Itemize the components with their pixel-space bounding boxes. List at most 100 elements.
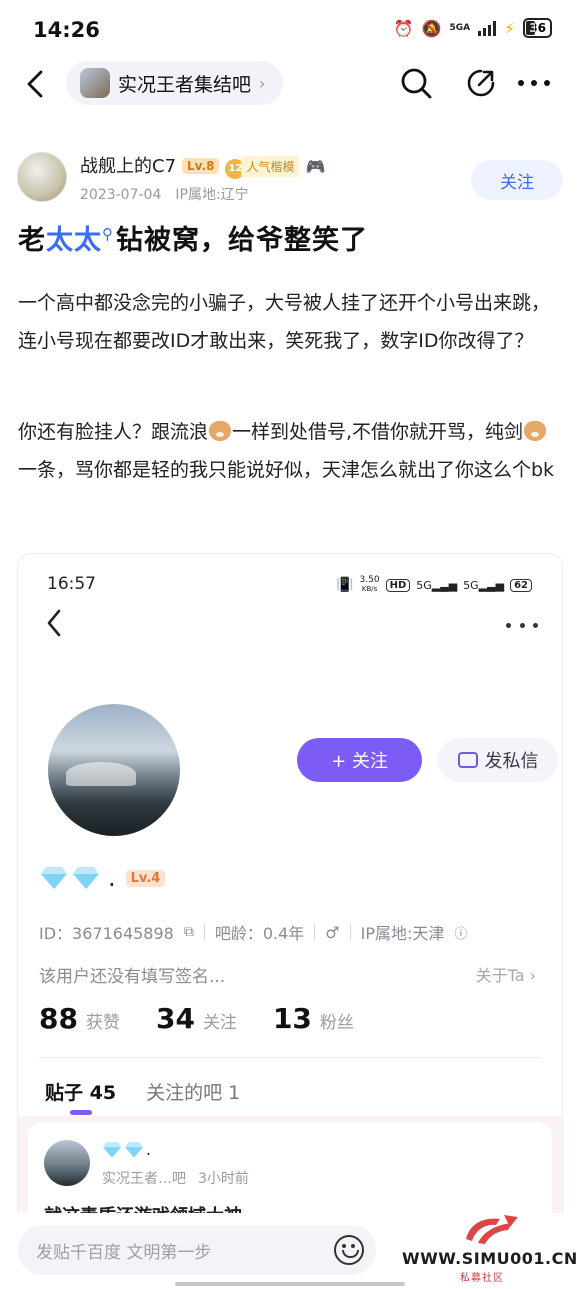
title-prefix: 老 xyxy=(18,225,46,256)
tab-followed-forums: 关注的吧 1 xyxy=(146,1082,241,1104)
diamond-icon xyxy=(103,1141,121,1158)
charging-icon: ⚡ xyxy=(504,18,516,38)
back-arrow-icon xyxy=(27,70,43,98)
name-dot: . xyxy=(108,864,116,892)
status-time: 14:26 xyxy=(33,18,100,42)
feed-forum: 实况王者…吧 xyxy=(102,1171,186,1187)
back-button[interactable] xyxy=(18,64,52,104)
badge-label: 人气楷模 xyxy=(241,156,300,177)
share-button[interactable] xyxy=(461,62,501,104)
profile-bar-age: 吧龄：0.4年 xyxy=(214,924,305,943)
diamond-icon xyxy=(125,1141,143,1158)
bottom-bar: 发贴千百度 文明第一步 WWW.SIMU001.CN 私募社区 xyxy=(0,1213,580,1289)
follow-button[interactable]: 关注 xyxy=(471,160,563,200)
divider xyxy=(203,924,205,940)
shot-more-icon xyxy=(506,612,538,638)
feed-avatar xyxy=(44,1140,90,1186)
divider xyxy=(314,924,316,940)
feed-time: 3小时前 xyxy=(198,1171,249,1187)
profile-avatar xyxy=(48,704,180,836)
shot-battery: 62 xyxy=(510,578,532,592)
paragraph2-part-b: 一样到处借号,不借你就开骂，纯剑 xyxy=(232,421,524,443)
watermark-subtext: 私募社区 xyxy=(460,1273,504,1284)
author-name-line[interactable]: 战舰上的C7 Lv.8 12 人气楷模 🎮 xyxy=(80,152,325,179)
profile-follow-button: + 关注 xyxy=(297,738,422,782)
title-suffix: 钻被窝，给爷整笑了 xyxy=(116,225,368,256)
profile-name: . Lv.4 xyxy=(40,864,166,892)
message-icon xyxy=(457,752,478,768)
shot-status-icons: 📳 3.50 KB/s HD 5G▂▃▅ 5G▂▃▅ 62 xyxy=(336,576,532,594)
network-type: 5GA xyxy=(449,22,471,33)
alarm-icon: ⏰ xyxy=(393,18,414,38)
feed-author: . xyxy=(102,1140,151,1159)
signal-icon: 5G▂▃▅ xyxy=(416,578,458,592)
feed-meta: 实况王者…吧 3小时前 xyxy=(102,1168,249,1188)
more-icon xyxy=(518,80,550,86)
male-icon: ♂ xyxy=(325,922,340,942)
keyword-search-icon: ⚲ xyxy=(102,225,114,243)
search-button[interactable] xyxy=(396,62,436,104)
embedded-screenshot[interactable]: 16:57 📳 3.50 KB/s HD 5G▂▃▅ 5G▂▃▅ 62 + 关注 … xyxy=(17,553,563,1233)
forum-name: 实况王者集结吧 xyxy=(118,73,252,96)
help-icon: ⓘ xyxy=(454,926,468,942)
post-title: 老太太⚲钻被窝，给爷整笑了 xyxy=(18,218,368,257)
share-icon xyxy=(467,69,495,97)
search-icon xyxy=(401,68,432,99)
profile-ip: IP属地:天津 xyxy=(360,924,445,943)
battery-icon: 36 xyxy=(523,18,552,38)
stat-label: 粉丝 xyxy=(319,1013,354,1033)
heart-badge-icon: 🎮 xyxy=(305,157,326,176)
more-button[interactable] xyxy=(514,62,554,104)
dog-emoji-icon xyxy=(524,421,547,441)
profile-level-badge: Lv.4 xyxy=(125,869,166,887)
forum-avatar xyxy=(80,68,110,98)
stat-following: 34 关注 xyxy=(156,1002,237,1035)
profile-tabs: 贴子 45 关注的吧 1 xyxy=(45,1078,241,1115)
net-speed: 3.50 KB/s xyxy=(360,576,380,594)
stat-likes: 88 获赞 xyxy=(39,1002,120,1035)
watermark-logo xyxy=(466,1215,518,1244)
title-keyword-link[interactable]: 太太 xyxy=(46,225,102,256)
profile-signature: 该用户还没有填写签名... xyxy=(39,967,226,987)
forum-chip[interactable]: 实况王者集结吧 › xyxy=(66,61,284,105)
mute-icon: 🔕 xyxy=(421,18,442,38)
comment-input[interactable]: 发贴千百度 文明第一步 xyxy=(18,1225,376,1275)
paragraph2-part-c: 一条，骂你都是轻的我只能说好似，天津怎么就出了你这么个bk xyxy=(18,459,555,481)
post-paragraph-2: 你还有脸挂人？跟流浪 一样到处借号,不借你就开骂，纯剑一条，骂你都是轻的我只能说好… xyxy=(18,413,563,489)
signal-icon: 5G▂▃▅ xyxy=(463,578,505,592)
post-ip: IP属地:辽宁 xyxy=(175,187,249,203)
stats-divider xyxy=(39,1057,541,1058)
home-indicator[interactable] xyxy=(175,1282,405,1286)
tab-posts: 贴子 45 xyxy=(45,1078,116,1115)
profile-about: 关于Ta › xyxy=(476,962,536,986)
profile-dm-button: 发私信 xyxy=(438,738,558,782)
status-bar: 14:26 ⏰ 🔕 5GA ⚡ 36 xyxy=(0,0,580,60)
paragraph2-part-a: 你还有脸挂人？跟流浪 xyxy=(18,421,209,443)
comment-placeholder: 发贴千百度 文明第一步 xyxy=(36,1242,212,1263)
dog-emoji-icon xyxy=(209,421,232,441)
diamond-icon xyxy=(73,867,99,889)
stat-label: 关注 xyxy=(202,1013,237,1033)
stat-value: 13 xyxy=(272,1002,312,1035)
author-name: 战舰上的C7 xyxy=(80,156,177,177)
net-speed-unit: KB/s xyxy=(361,585,378,593)
post-author: 战舰上的C7 Lv.8 12 人气楷模 🎮 2023-07-04 IP属地:辽宁 关注 xyxy=(17,148,563,208)
watermark: WWW.SIMU001.CN 私募社区 xyxy=(398,1213,578,1284)
author-level-badge: Lv.8 xyxy=(182,158,220,174)
watermark-text: WWW.SIMU001.CN xyxy=(402,1249,578,1268)
post-date: 2023-07-04 xyxy=(80,187,162,203)
divider xyxy=(349,924,351,940)
about-label: 关于Ta xyxy=(475,966,525,985)
shot-status-time: 16:57 xyxy=(47,574,96,594)
chevron-right-icon: › xyxy=(529,966,536,985)
post-meta: 2023-07-04 IP属地:辽宁 xyxy=(80,184,249,204)
shot-back-icon xyxy=(46,608,72,642)
emoji-icon[interactable] xyxy=(334,1235,364,1265)
profile-stats: 88 获赞 34 关注 13 粉丝 xyxy=(39,1002,354,1035)
dm-label: 发私信 xyxy=(484,751,539,772)
profile-id: ID：3671645898 xyxy=(39,924,174,943)
name-dot: . xyxy=(146,1140,152,1159)
profile-meta: ID：3671645898 ⧉ 吧龄：0.4年 ♂ IP属地:天津 ⓘ xyxy=(39,920,467,944)
author-avatar[interactable] xyxy=(17,152,67,202)
post-paragraph-1: 一个高中都没念完的小骗子，大号被人挂了还开个小号出来跳，连小号现在都要改ID才敢… xyxy=(18,292,551,352)
